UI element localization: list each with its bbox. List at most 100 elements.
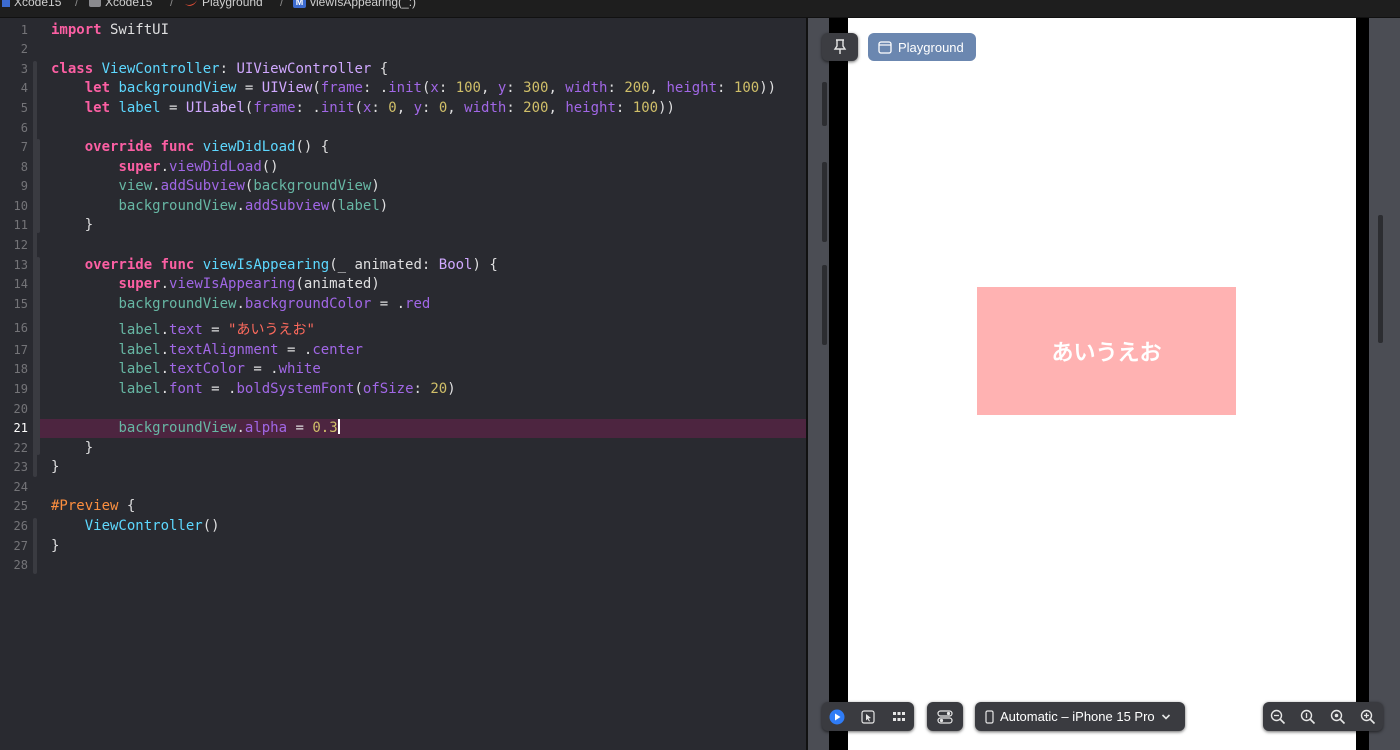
playground-button[interactable]: Playground [868, 33, 976, 61]
code-line[interactable]: super.viewIsAppearing(animated) [51, 274, 379, 294]
project-icon [2, 0, 10, 7]
code-line[interactable]: let label = UILabel(frame: .init(x: 0, y… [51, 98, 675, 118]
code-line[interactable]: backgroundView.backgroundColor = .red [51, 294, 430, 314]
line-number: 7 [20, 140, 28, 154]
line-number: 5 [20, 101, 28, 115]
window-icon [878, 40, 892, 54]
line-number: 4 [20, 81, 28, 95]
line-number: 14 [13, 277, 28, 291]
code-line[interactable]: backgroundView.addSubview(label) [51, 196, 388, 216]
line-number: 12 [13, 238, 28, 252]
method-icon: M [293, 0, 306, 8]
selectable-mode-button[interactable] [859, 708, 877, 726]
zoom-controls [1263, 702, 1383, 731]
code-line[interactable]: } [51, 536, 59, 556]
code-line[interactable]: override func viewDidLoad() { [51, 137, 329, 157]
line-number-current: 21 [13, 421, 28, 435]
zoom-100-icon [1330, 709, 1346, 724]
code-line[interactable]: } [51, 438, 93, 458]
code-line[interactable]: label.font = .boldSystemFont(ofSize: 20) [51, 379, 455, 399]
line-number: 8 [20, 160, 28, 174]
code-line[interactable]: label.textAlignment = .center [51, 340, 362, 360]
device-label: Automatic – iPhone 15 Pro [1000, 709, 1155, 724]
line-number: 17 [13, 343, 28, 357]
line-number: 25 [13, 499, 28, 513]
code-line[interactable]: override func viewIsAppearing(_ animated… [51, 255, 498, 275]
breadcrumb-item-project[interactable]: Xcode15 [2, 0, 61, 9]
pin-button[interactable] [822, 33, 858, 61]
line-number: 27 [13, 539, 28, 553]
preview-label-text: あいうえお [1051, 341, 1162, 366]
line-number: 24 [13, 480, 28, 494]
line-number: 22 [13, 441, 28, 455]
device-settings-button[interactable] [927, 702, 963, 731]
code-line[interactable]: let backgroundView = UIView(frame: .init… [51, 78, 776, 98]
zoom-out-icon [1270, 709, 1286, 724]
device-side-button [822, 265, 827, 345]
code-line[interactable]: super.viewDidLoad() [51, 157, 278, 177]
variants-button[interactable] [890, 708, 908, 726]
line-number-gutter: 1 2 3 4 5 6 7 8 9 10 11 12 13 14 15 16 1… [0, 18, 36, 750]
zoom-100-button[interactable] [1329, 708, 1347, 726]
swift-icon [185, 0, 197, 6]
live-preview-button[interactable] [828, 708, 846, 726]
grid-icon [892, 711, 905, 721]
folder-icon [89, 0, 101, 7]
code-line[interactable]: ViewController() [51, 516, 220, 536]
code-line[interactable]: label.textColor = .white [51, 359, 320, 379]
line-number: 20 [13, 402, 28, 416]
line-number: 9 [20, 179, 28, 193]
line-number: 28 [13, 558, 28, 572]
zoom-in-button[interactable] [1359, 708, 1377, 726]
code-line[interactable]: } [51, 457, 59, 477]
line-number: 13 [13, 258, 28, 272]
breadcrumb-separator: / [75, 0, 79, 9]
code-line[interactable]: view.addSubview(backgroundView) [51, 176, 379, 196]
device-side-button [822, 82, 827, 126]
breadcrumb-item-file[interactable]: Playground [184, 0, 263, 9]
breadcrumb-separator: / [280, 0, 284, 9]
code-editor[interactable]: 1 2 3 4 5 6 7 8 9 10 11 12 13 14 15 16 1… [0, 18, 806, 750]
breadcrumb: Xcode15 / Xcode15 / Playground / M viewI… [0, 0, 1400, 18]
zoom-in-icon [1360, 709, 1376, 724]
preview-label-view: あいうえお [977, 287, 1236, 415]
fold-ribbon[interactable] [36, 139, 40, 233]
breadcrumb-separator: / [170, 0, 174, 9]
line-number: 2 [20, 42, 28, 56]
line-number: 3 [20, 62, 28, 76]
line-number: 23 [13, 460, 28, 474]
code-line[interactable]: import SwiftUI [51, 20, 169, 40]
line-number: 6 [20, 121, 28, 135]
line-number: 1 [20, 23, 28, 37]
line-number: 19 [13, 382, 28, 396]
pin-icon [833, 39, 847, 54]
code-line[interactable]: label.text = "あいうえお" [51, 320, 314, 340]
select-icon [861, 709, 875, 724]
breadcrumb-item-method[interactable]: M viewIsAppearing(_:) [293, 0, 416, 9]
zoom-fit-icon [1300, 709, 1316, 724]
fold-ribbon[interactable] [36, 257, 40, 455]
fold-ribbon[interactable] [33, 518, 37, 574]
device-side-button [822, 162, 827, 242]
line-number: 11 [13, 218, 28, 232]
code-line-current[interactable]: backgroundView.alpha = 0.3 [51, 418, 340, 438]
line-number: 15 [13, 297, 28, 311]
device-side-button [1378, 215, 1383, 343]
code-line[interactable]: #Preview { [51, 496, 135, 516]
text-caret [337, 419, 340, 434]
preview-mode-group [822, 702, 914, 731]
breadcrumb-item-folder[interactable]: Xcode15 [89, 0, 152, 9]
iphone-icon [985, 709, 994, 724]
line-number: 16 [13, 321, 28, 335]
line-number: 10 [13, 199, 28, 213]
line-number: 18 [13, 362, 28, 376]
device-picker[interactable]: Automatic – iPhone 15 Pro [975, 702, 1185, 731]
code-line[interactable]: } [51, 215, 93, 235]
line-number: 26 [13, 519, 28, 533]
playground-label: Playground [898, 39, 964, 55]
code-line[interactable]: class ViewController: UIViewController { [51, 59, 388, 79]
device-settings-icon [937, 709, 953, 724]
zoom-out-button[interactable] [1269, 708, 1287, 726]
play-icon [829, 709, 845, 724]
zoom-fit-button[interactable] [1299, 708, 1317, 726]
